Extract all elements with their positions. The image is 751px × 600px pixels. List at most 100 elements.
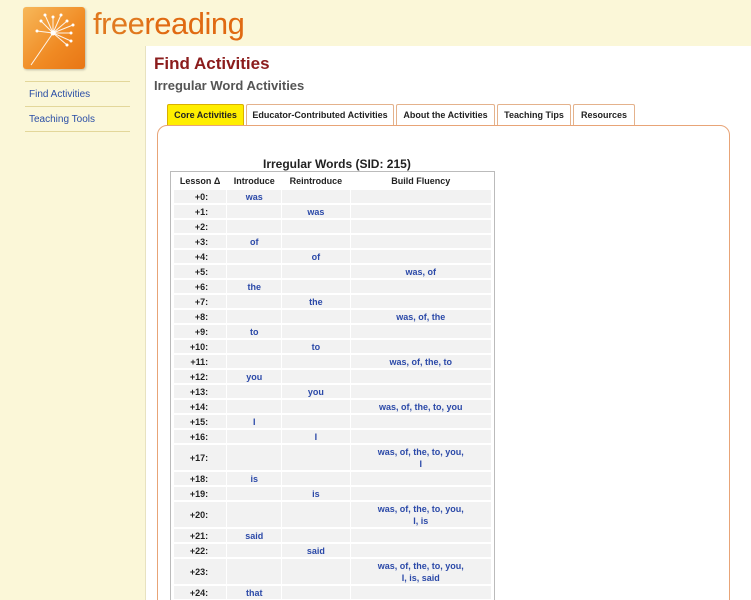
introduce-cell: the [227, 280, 282, 293]
lesson-cell: +5: [174, 265, 227, 278]
table-row: +15: I [174, 415, 491, 428]
table-row: +4: of [174, 250, 491, 263]
reintroduce-cell [282, 235, 350, 248]
sidebar-item-teaching-tools[interactable]: Teaching Tools [25, 107, 130, 131]
build-fluency-cell [350, 472, 491, 485]
sidebar-item-find-activities[interactable]: Find Activities [25, 82, 130, 106]
introduce-cell: was [227, 190, 282, 203]
reintroduce-cell: of [282, 250, 350, 263]
introduce-cell: of [227, 235, 282, 248]
introduce-cell: you [227, 370, 282, 383]
table-row: +12: you [174, 370, 491, 383]
build-fluency-cell: was, of [350, 265, 491, 278]
table-row: +13: you [174, 385, 491, 398]
reintroduce-cell [282, 280, 350, 293]
main-content: Find Activities Irregular Word Activitie… [145, 46, 751, 600]
lesson-cell: +9: [174, 325, 227, 338]
introduce-cell [227, 487, 282, 500]
header-build-fluency: Build Fluency [391, 176, 451, 186]
lesson-cell: +2: [174, 220, 227, 233]
table-row: +17: was, of, the, to, you, I [174, 445, 491, 470]
sidebar-divider [25, 131, 130, 132]
page-title: Find Activities [154, 54, 270, 73]
tab-teaching-tips[interactable]: Teaching Tips [497, 104, 571, 126]
reintroduce-cell [282, 400, 350, 413]
table-row: +7: the [174, 295, 491, 308]
fluency-words: was, of, the, to, you [379, 401, 463, 412]
tab-core-activities[interactable]: Core Activities [167, 104, 244, 126]
introduce-cell [227, 502, 282, 527]
header-lesson[interactable]: Lesson Δ [174, 174, 226, 188]
build-fluency-cell [350, 415, 491, 428]
lesson-cell: +17: [174, 445, 227, 470]
tab-resources[interactable]: Resources [573, 104, 635, 126]
dandelion-icon [30, 13, 75, 66]
header-introduce: Introduce [233, 176, 275, 186]
table-row: +0: was [174, 190, 491, 203]
fluency-words: was, of [405, 266, 437, 277]
lesson-cell: +6: [174, 280, 227, 293]
reintroduce-cell [282, 370, 350, 383]
fluency-words: was, of, the, to, you, [377, 446, 464, 457]
lesson-cell: +16: [174, 430, 227, 443]
build-fluency-cell [350, 280, 491, 293]
reintroduce-cell [282, 445, 350, 470]
reintroduce-cell [282, 559, 350, 584]
reintroduce-cell: was [282, 205, 350, 218]
reintroduce-cell [282, 529, 350, 542]
introduce-cell [227, 220, 282, 233]
reintroduce-cell: said [282, 544, 350, 557]
introduce-cell [227, 355, 282, 368]
brand-wordmark[interactable]: freereading [93, 6, 245, 42]
lesson-cell: +10: [174, 340, 227, 353]
reintroduce-cell: I [282, 430, 350, 443]
introduce-cell [227, 400, 282, 413]
brand-reading: reading [144, 6, 245, 41]
introduce-cell: that [227, 586, 282, 599]
lesson-cell: +8: [174, 310, 227, 323]
lesson-cell: +12: [174, 370, 227, 383]
lesson-cell: +3: [174, 235, 227, 248]
build-fluency-cell [350, 340, 491, 353]
build-fluency-cell [350, 190, 491, 203]
lesson-cell: +18: [174, 472, 227, 485]
table-row: +8: was, of, the [174, 310, 491, 323]
table-row: +21: said [174, 529, 491, 542]
build-fluency-cell [350, 544, 491, 557]
reintroduce-cell [282, 220, 350, 233]
brand-free: free [93, 6, 145, 41]
build-fluency-cell [350, 529, 491, 542]
reintroduce-cell: to [282, 340, 350, 353]
build-fluency-cell: was, of, the, to [350, 355, 491, 368]
fluency-words: was, of, the, to [389, 356, 453, 367]
reintroduce-cell [282, 190, 350, 203]
fluency-words-continued: I [419, 458, 423, 469]
table-row: +16: I [174, 430, 491, 443]
fluency-words-continued: I, is [413, 515, 429, 526]
freereading-logo[interactable] [23, 7, 85, 69]
introduce-cell: said [227, 529, 282, 542]
introduce-cell [227, 265, 282, 278]
build-fluency-cell [350, 235, 491, 248]
table-row: +24: that [174, 586, 491, 599]
table-row: +11: was, of, the, to [174, 355, 491, 368]
build-fluency-cell [350, 205, 491, 218]
reintroduce-cell [282, 415, 350, 428]
table-row: +2: [174, 220, 491, 233]
lesson-cell: +14: [174, 400, 227, 413]
reintroduce-cell: you [282, 385, 350, 398]
table-row: +6: the [174, 280, 491, 293]
lesson-cell: +19: [174, 487, 227, 500]
lesson-cell: +0: [174, 190, 227, 203]
table-header-row: Lesson Δ Introduce Reintroduce Build Flu… [174, 174, 491, 188]
fluency-words: was, of, the [396, 311, 446, 322]
table-row: +3: of [174, 235, 491, 248]
introduce-cell [227, 295, 282, 308]
page-subtitle: Irregular Word Activities [154, 78, 305, 93]
tab-about-the-activities[interactable]: About the Activities [396, 104, 495, 126]
build-fluency-cell [350, 295, 491, 308]
build-fluency-cell [350, 385, 491, 398]
table-title: Irregular Words (SID: 215) [263, 157, 411, 171]
tab-educator-contributed-activities[interactable]: Educator-Contributed Activities [246, 104, 394, 126]
introduce-cell [227, 310, 282, 323]
